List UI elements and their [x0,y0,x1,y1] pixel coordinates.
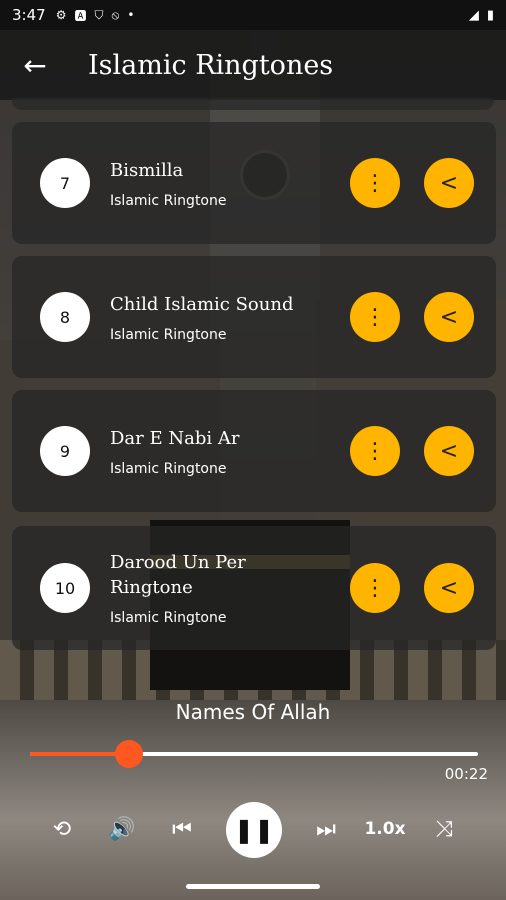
share-button[interactable]: < [424,426,474,476]
seek-bar-progress [30,752,129,756]
repeat-one-icon: ⟲ [52,816,72,842]
ringtone-item-9[interactable]: 9 Dar E Nabi Ar Islamic Ringtone ⋮ < [12,390,496,512]
share-button[interactable]: < [424,563,474,613]
more-vertical-icon: ⋮ [364,304,386,330]
list-item[interactable] [12,98,494,110]
no-signal-icon: ⦸ [111,7,120,22]
ringtone-number: 8 [40,292,90,342]
previous-button[interactable]: ⏮ [164,802,200,856]
share-icon: < [439,170,459,196]
dot-icon: • [127,8,135,22]
pause-button[interactable]: ❚❚ [226,802,282,858]
arrow-left-icon: ← [23,48,47,82]
more-vertical-icon: ⋮ [364,170,386,196]
share-icon: < [439,304,459,330]
share-button[interactable]: < [424,292,474,342]
playback-speed-button[interactable]: 1.0x [362,802,408,856]
ringtone-name: Bismilla [110,159,184,181]
more-options-button[interactable]: ⋮ [350,158,400,208]
ringtone-number: 9 [40,426,90,476]
signal-icon: ◢ [468,7,479,23]
shield-icon: ⛉ [94,7,104,22]
audio-player: Names Of Allah 00:22 ⟲ 🔊 ⏮ ❚❚ ⏭ 1.0x ⤨ [0,690,506,900]
seek-bar[interactable] [30,740,478,768]
ringtone-category: Islamic Ringtone [110,610,227,626]
share-icon: < [439,575,459,601]
volume-button[interactable]: 🔊 [104,802,140,856]
ringtone-name: Child Islamic Sound [110,293,294,315]
page-title: Islamic Ringtones [88,49,334,81]
ringtone-category: Islamic Ringtone [110,460,227,477]
ringtone-number: 10 [40,563,90,613]
settings-icon: ⚙ [55,8,67,22]
more-vertical-icon: ⋮ [364,438,386,464]
ringtone-item-7[interactable]: 7 Bismilla Islamic Ringtone ⋮ < [12,122,496,244]
status-bar: 3:47 ⚙ 🅰 ⛉ ⦸ • ◢ ▮ [0,0,506,30]
pause-icon: ❚❚ [233,816,275,844]
app-bar: ← Islamic Ringtones [0,30,506,100]
skip-previous-icon: ⏮ [172,816,192,842]
status-time: 3:47 [12,6,46,24]
share-icon: < [439,438,459,464]
now-playing-title: Names Of Allah [175,700,331,724]
font-icon: 🅰 [74,8,87,23]
ringtone-item-10[interactable]: 10 Darood Un Per Ringtone Islamic Ringto… [12,526,496,650]
back-button[interactable]: ← [0,49,70,82]
volume-icon: 🔊 [108,816,136,842]
next-button[interactable]: ⏭ [308,802,344,856]
ringtone-category: Islamic Ringtone [110,326,227,343]
more-options-button[interactable]: ⋮ [350,563,400,613]
share-button[interactable]: < [424,158,474,208]
ringtone-name: Darood Un Per Ringtone [110,552,246,598]
seek-bar-handle[interactable] [114,740,143,768]
ringtone-item-8[interactable]: 8 Child Islamic Sound Islamic Ringtone ⋮… [12,256,496,378]
gesture-nav-bar[interactable] [186,884,320,889]
repeat-button[interactable]: ⟲ [44,802,80,856]
skip-next-icon: ⏭ [316,816,336,842]
ringtone-number: 7 [40,158,90,208]
more-vertical-icon: ⋮ [364,575,386,601]
shuffle-icon: ⤨ [435,816,453,842]
elapsed-time: 00:22 [444,765,488,783]
more-options-button[interactable]: ⋮ [350,292,400,342]
ringtone-category: Islamic Ringtone [110,192,227,209]
ringtone-name: Dar E Nabi Ar [110,427,240,449]
battery-icon: ▮ [486,7,494,23]
more-options-button[interactable]: ⋮ [350,426,400,476]
shuffle-button[interactable]: ⤨ [426,802,462,856]
